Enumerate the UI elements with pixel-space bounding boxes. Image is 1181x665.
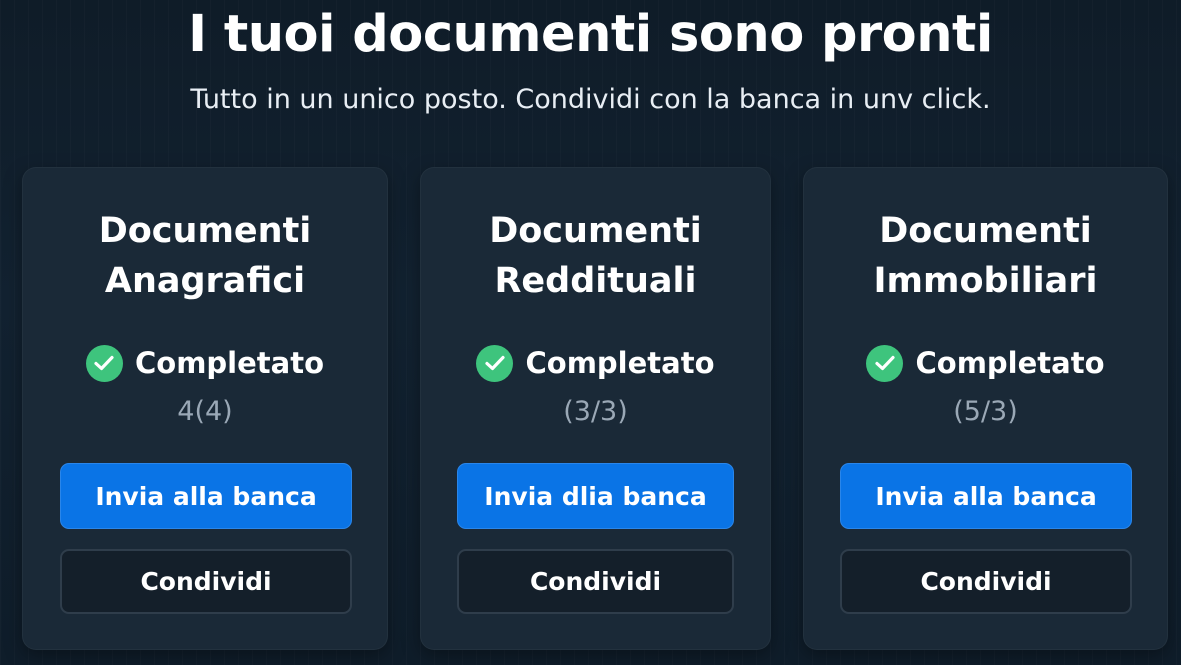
card-title: Documenti Anagrafici — [23, 206, 387, 306]
check-circle-icon — [476, 344, 514, 382]
document-card-immobiliari: Documenti Immobiliari Completato (5/3) I… — [803, 167, 1168, 650]
card-title: Documenti Immobiliari — [804, 206, 1167, 306]
card-title-line1: Documenti — [98, 211, 312, 251]
card-title-line1: Documenti — [879, 211, 1092, 251]
page-title: I tuoi documenti sono pronti — [188, 5, 993, 64]
send-to-bank-button[interactable]: Invia alla banca — [840, 463, 1132, 529]
document-count: (3/3) — [563, 396, 628, 427]
card-title-line2: Immobiliari — [873, 261, 1098, 301]
document-card-reddituali: Documenti Reddituali Completato (3/3) In… — [420, 167, 771, 650]
share-button[interactable]: Condividi — [840, 549, 1132, 614]
card-title-line1: Documenti — [489, 211, 702, 251]
status-row: Completato — [23, 343, 387, 383]
document-card-anagrafici: Documenti Anagrafici Completato 4(4) Inv… — [22, 167, 388, 650]
card-title: Documenti Reddituali — [421, 206, 770, 306]
share-button[interactable]: Condividi — [60, 549, 352, 614]
card-title-line2: Anagrafici — [104, 261, 306, 301]
card-title-line2: Reddituali — [494, 261, 697, 301]
status-label: Completato — [134, 346, 324, 380]
document-count: (5/3) — [953, 396, 1018, 427]
send-to-bank-button[interactable]: Invia alla banca — [60, 463, 352, 529]
send-to-bank-button[interactable]: Invia dlia banca — [457, 463, 734, 529]
status-label: Completato — [525, 346, 715, 380]
share-button[interactable]: Condividi — [457, 549, 734, 614]
document-count: 4(4) — [177, 396, 233, 427]
status-row: Completato — [421, 343, 770, 383]
check-circle-icon — [866, 344, 904, 382]
status-row: Completato — [804, 343, 1167, 383]
page-subtitle: Tutto in un unico posto. Condividi con l… — [190, 84, 991, 115]
check-circle-icon — [85, 344, 123, 382]
status-label: Completato — [915, 346, 1105, 380]
